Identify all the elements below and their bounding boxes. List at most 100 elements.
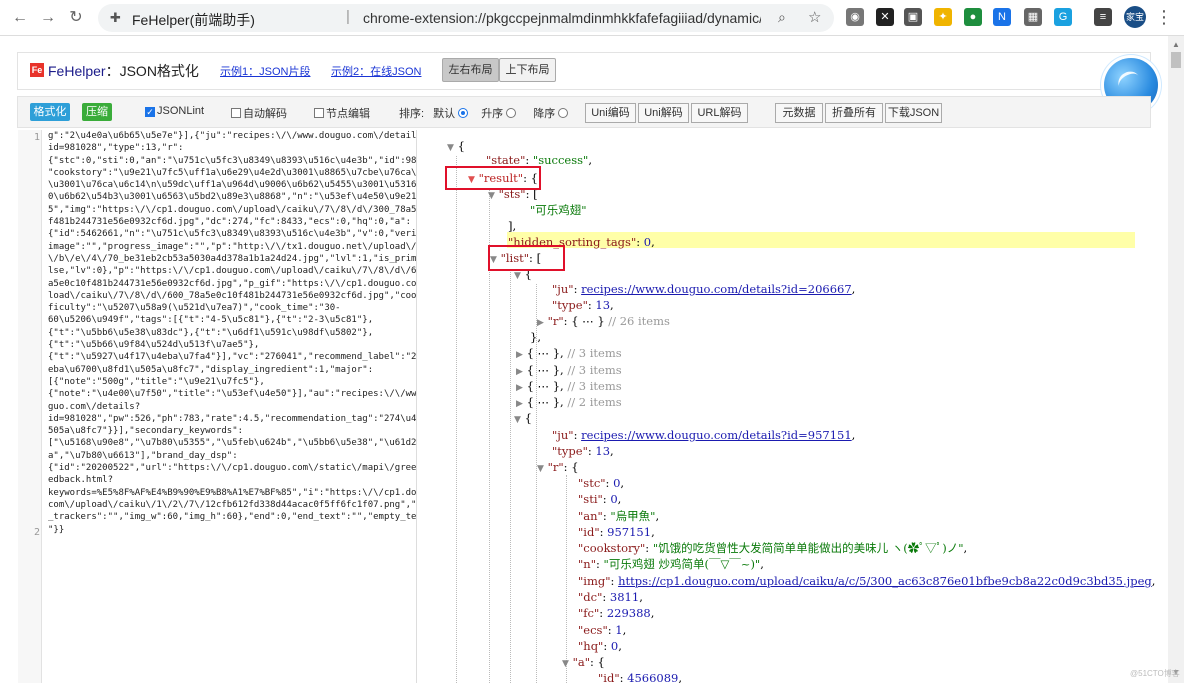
expand-triangle-icon[interactable]: ▶	[516, 383, 523, 393]
expand-triangle-icon[interactable]: ▶	[537, 318, 544, 328]
format-button[interactable]: 格式化	[30, 103, 70, 121]
download-json-button[interactable]: 下载JSON	[885, 103, 942, 123]
sort-desc-radio[interactable]	[558, 108, 569, 118]
raw-json-line: lse,"lv":0},"p":"https:\/\/cp1.douguo.co…	[48, 266, 417, 277]
json-key: "id"	[578, 525, 600, 539]
collapsed-node[interactable]: { ⋯ }	[571, 314, 604, 328]
auto-decode-checkbox[interactable]: 自动解码	[231, 105, 287, 121]
json-value: "可乐鸡翅"	[530, 203, 587, 217]
on-extension-icon[interactable]: ●	[964, 8, 982, 26]
collapsed-node[interactable]: { ⋯ }	[527, 395, 560, 409]
json-link[interactable]: recipes://www.douguo.com/details?id=2066…	[581, 282, 852, 296]
n-extension-icon[interactable]: N	[993, 8, 1011, 26]
uni-decode-button[interactable]: Uni解码	[638, 103, 689, 123]
url-decode-button[interactable]: URL解码	[691, 103, 748, 123]
example-1-link[interactable]: 示例1：JSON片段	[220, 63, 310, 79]
sort-group: 排序: 默认 升序 降序	[399, 105, 569, 121]
kebab-menu-icon[interactable]: ⋮	[1154, 6, 1174, 28]
collapse-triangle-icon[interactable]: ▼	[514, 415, 521, 425]
game-extension-icon[interactable]: ▦	[1024, 8, 1042, 26]
indent-guide	[566, 475, 567, 683]
json-value: 0	[613, 476, 621, 490]
collapse-triangle-icon[interactable]: ▼	[488, 191, 495, 201]
sort-default-radio[interactable]	[458, 108, 469, 118]
json-value: 0	[643, 235, 652, 249]
tree-line: "img": https://cp1.douguo.com/upload/cai…	[578, 574, 1156, 588]
uni-encode-button[interactable]: Uni编码	[585, 103, 636, 123]
json-link[interactable]: recipes://www.douguo.com/details?id=9571…	[581, 428, 852, 442]
star-extension-icon[interactable]: ✦	[934, 8, 952, 26]
jsonlint-checkbox[interactable]: ✓ JSONLint	[145, 105, 204, 117]
brace: {	[524, 411, 532, 425]
raw-data-button[interactable]: 元数据	[775, 103, 823, 123]
example-2-link[interactable]: 示例2：在线JSON	[331, 63, 421, 79]
indent-guide	[510, 270, 511, 683]
json-value: 13	[595, 298, 611, 312]
layout-top-bottom-button[interactable]: 上下布局	[499, 58, 556, 82]
raw-json-line: 60\u5206\u949f","tags":[{"t":"4-5\u5c81"…	[48, 315, 374, 326]
raw-json-line: load\/caiku\/7\/8\/d\/600_78a5e0c10f481b…	[48, 290, 417, 301]
raw-json-line: {"id":"20200522","url":"https:\/\/cp1.do…	[48, 463, 417, 474]
collapse-triangle-icon[interactable]: ▼	[514, 271, 521, 281]
tree-line: "type": 13,	[552, 444, 614, 458]
sort-asc-radio[interactable]	[506, 108, 517, 118]
profile-avatar[interactable]: 家宝	[1124, 6, 1146, 28]
collapsed-node[interactable]: { ⋯ }	[527, 363, 560, 377]
sort-desc-label: 降序	[533, 108, 556, 120]
camera-icon[interactable]: ◉	[846, 8, 864, 26]
tree-line: "stc": 0,	[578, 476, 625, 490]
tree-line: ▼ {	[447, 138, 465, 154]
json-key: "cookstory"	[578, 541, 646, 555]
back-icon[interactable]: ←	[10, 8, 30, 28]
raw-json-line: {"stc":0,"sti":0,"an":"\u751c\u5fc3\u834…	[48, 155, 417, 166]
raw-json-text[interactable]: g":"2\u4e0a\u6b65\u5e7e"}],{"ju":"recipe…	[48, 130, 417, 536]
tree-line: ],	[508, 218, 516, 234]
scrollbar-thumb[interactable]	[1171, 52, 1181, 68]
json-link[interactable]: https://cp1.douguo.com/upload/caiku/a/c/…	[618, 574, 1152, 588]
address-bar[interactable]: ✚ FeHelper(前端助手) | chrome-extension://pk…	[98, 4, 834, 32]
compress-button[interactable]: 压缩	[82, 103, 112, 121]
fold-all-button[interactable]: 折叠所有	[825, 103, 883, 123]
app-header: Fe FeHelper：JSON格式化 示例1：JSON片段 示例2：在线JSO…	[17, 52, 1151, 90]
collapse-triangle-icon[interactable]: ▼	[537, 464, 544, 474]
tree-line: ▶ { ⋯ }, // 2 items	[516, 395, 622, 409]
collapse-triangle-icon[interactable]: ▼	[447, 143, 454, 153]
json-source-editor[interactable]: g":"2\u4e0a\u6b65\u5e7e"}],{"ju":"recipe…	[43, 130, 417, 683]
url-text[interactable]: chrome-extension://pkgccpejnmalmdinmhkkf…	[363, 10, 761, 26]
expand-triangle-icon[interactable]: ▶	[516, 350, 523, 360]
fehelper-logo: Fe	[30, 63, 44, 77]
expand-triangle-icon[interactable]: ▶	[516, 367, 523, 377]
scroll-up-icon[interactable]: ▲	[1172, 40, 1180, 49]
collapse-triangle-icon[interactable]: ▼	[562, 659, 569, 669]
raw-json-line: {"t":"\u5bb6\u5e38\u83dc"},{"t":"\u6df1\…	[48, 327, 374, 338]
json-value: 4566089	[627, 671, 679, 683]
forward-icon[interactable]: →	[38, 8, 58, 28]
page-scrollbar[interactable]: ▲ ▼	[1168, 36, 1184, 683]
json-value: "饥饿的吃货曾性大发简简单单能做出的美味儿 ヽ(✿ﾟ▽ﾟ)ノ"	[652, 541, 964, 555]
g-extension-icon[interactable]: G	[1054, 8, 1072, 26]
raw-json-line: eba\u6700\u8fd1\u505a\u8fc7","display_in…	[48, 364, 374, 375]
json-key: "fc"	[578, 606, 600, 620]
json-key: "hq"	[578, 639, 604, 653]
brace: {	[571, 460, 579, 474]
collapsed-node[interactable]: { ⋯ }	[527, 346, 560, 360]
json-key: "id"	[598, 671, 620, 683]
raw-json-line: a","\u7b80\u6613"],"brand_day_dsp":	[48, 450, 238, 461]
bookmark-star-icon[interactable]: ☆	[808, 8, 821, 26]
tree-line: ▼ "a": {	[562, 655, 605, 669]
expand-triangle-icon[interactable]: ▶	[516, 399, 523, 409]
layout-left-right-button[interactable]: 左右布局	[442, 58, 499, 82]
tree-line: ▶ { ⋯ }, // 3 items	[516, 379, 622, 393]
json-value: 1	[615, 623, 623, 637]
tree-line: "ecs": 1,	[578, 623, 627, 637]
json-key: "r"	[547, 314, 564, 328]
reading-list-icon[interactable]: ≡	[1094, 8, 1112, 26]
x-extension-icon[interactable]: ✕	[876, 8, 894, 26]
node-edit-checkbox[interactable]: 节点编辑	[314, 105, 370, 121]
json-key: "img"	[578, 574, 611, 588]
zoom-icon[interactable]: ⌕	[778, 9, 786, 26]
tree-line: },	[530, 329, 541, 345]
collapsed-node[interactable]: { ⋯ }	[527, 379, 560, 393]
reload-icon[interactable]: ↻	[66, 8, 86, 28]
screen-icon[interactable]: ▣	[904, 8, 922, 26]
